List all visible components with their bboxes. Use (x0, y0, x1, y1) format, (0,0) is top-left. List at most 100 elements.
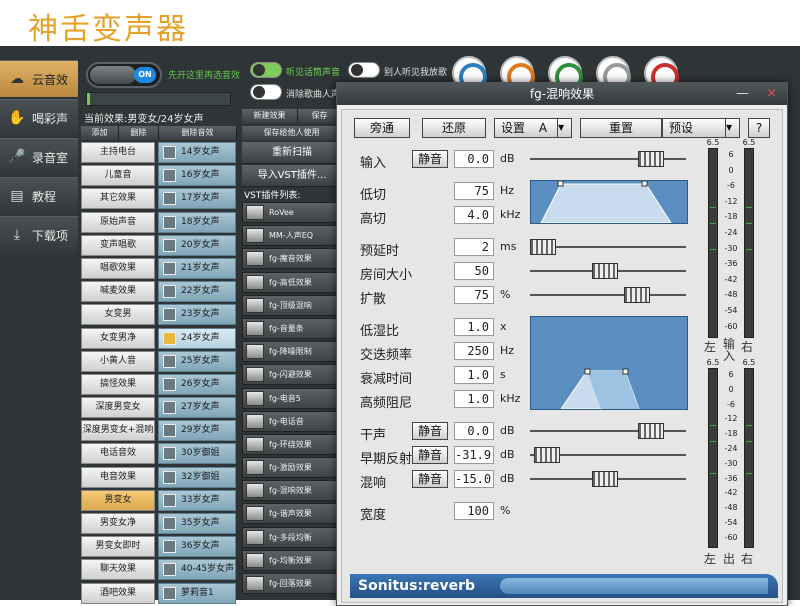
vst-plugin-item[interactable]: fg-谐声效果 (242, 503, 338, 525)
effect-list-item[interactable]: 搞怪效果 (81, 373, 155, 395)
vst-plugin-item[interactable]: fg-顶级混响 (242, 294, 338, 316)
dry-mute-button[interactable]: 静音 (412, 422, 448, 440)
reverb-value[interactable]: -15.0 (454, 470, 494, 488)
effect-list-item[interactable]: 男变女即时 (81, 536, 155, 558)
diffusion-slider-thumb[interactable] (624, 287, 650, 303)
early-value[interactable]: -31.9 (454, 446, 494, 464)
delete-button[interactable]: 删除 (119, 126, 159, 140)
roomsize-value[interactable]: 50 (454, 262, 494, 280)
new-effect-button[interactable]: 新建效果 (242, 109, 298, 123)
preset-list-item[interactable]: 24岁女声 (158, 327, 236, 349)
vst-plugin-item[interactable]: fg-回落效果 (242, 573, 338, 594)
save-share-button[interactable]: 保存给他人使用 (242, 126, 342, 140)
nav-item-studio[interactable]: 🎤 录音室 (0, 138, 78, 175)
effect-list-item[interactable]: 原始声音 (81, 211, 155, 233)
decay-value[interactable]: 1.0 (454, 366, 494, 384)
effect-list-item[interactable]: 小黄人音 (81, 350, 155, 372)
import-vst-button[interactable]: 导入VST插件... (242, 165, 342, 187)
reverb-slider[interactable] (530, 471, 686, 487)
vst-plugin-item[interactable]: MM-人声EQ (242, 225, 338, 247)
dry-value[interactable]: 0.0 (454, 422, 494, 440)
main-power-toggle[interactable]: ON (86, 62, 162, 88)
dry-slider-thumb[interactable] (638, 423, 664, 439)
reset-button[interactable]: 重置 (580, 118, 662, 138)
settings-dropdown[interactable]: 设置 A ▼ (494, 118, 572, 138)
hfdamp-value[interactable]: 1.0 (454, 390, 494, 408)
preset-list-item[interactable]: 26岁女声 (158, 373, 236, 395)
preset-list-item[interactable]: 16岁女声 (158, 165, 236, 187)
width-value[interactable]: 100 (454, 502, 494, 520)
reverb-mute-button[interactable]: 静音 (412, 470, 448, 488)
hear-mic-switch[interactable] (250, 62, 282, 78)
preset-list-item[interactable]: 萝莉音1 (158, 582, 236, 604)
nav-item-downloads[interactable]: ⤓ 下载项 (0, 216, 78, 253)
preset-list-item[interactable]: 30岁御姐 (158, 443, 236, 465)
vst-plugin-item[interactable]: fg-电话音 (242, 410, 338, 432)
predelay-slider-thumb[interactable] (530, 239, 556, 255)
decay-graph[interactable] (530, 316, 688, 410)
delete-effect-button[interactable]: 删除音效 (159, 126, 237, 140)
preset-list-item[interactable]: 14岁女声 (158, 142, 236, 163)
effect-list-item[interactable]: 儿童音 (81, 165, 155, 187)
others-hear-music-switch[interactable] (348, 62, 380, 78)
effect-list-item[interactable]: 唱歌效果 (81, 257, 155, 279)
preset-list-item[interactable]: 22岁女声 (158, 281, 236, 303)
nav-item-cloud-effects[interactable]: ☁ 云音效 (0, 60, 78, 97)
effect-list-item[interactable]: 深度男变女 (81, 397, 155, 419)
minimize-button[interactable]: — (736, 83, 749, 105)
vst-plugin-item[interactable]: fg-降噪限制 (242, 341, 338, 363)
nav-item-tutorial[interactable]: ▤ 教程 (0, 177, 78, 214)
effect-list-item[interactable]: 喊麦效果 (81, 281, 155, 303)
preset-list-item[interactable]: 40-45岁女声 (158, 559, 236, 581)
effect-list-item[interactable]: 男变女 (81, 489, 155, 511)
preset-list-item[interactable]: 25岁女声 (158, 350, 236, 372)
lowcut-value[interactable]: 75 (454, 182, 494, 200)
close-button[interactable]: × (766, 83, 777, 105)
vst-plugin-item[interactable]: fg-均衡效果 (242, 549, 338, 571)
preset-dropdown[interactable]: 预设 ▼ (662, 118, 740, 138)
preset-list-item[interactable]: 32岁御姐 (158, 466, 236, 488)
effect-list-item[interactable]: 聊天效果 (81, 559, 155, 581)
early-slider-thumb[interactable] (534, 447, 560, 463)
diffusion-slider[interactable] (530, 287, 686, 303)
preset-list-item[interactable]: 21岁女声 (158, 257, 236, 279)
preset-list-item[interactable]: 29岁女声 (158, 420, 236, 442)
preset-list-item[interactable]: 23岁女声 (158, 304, 236, 326)
predelay-slider[interactable] (530, 239, 686, 255)
preset-list-item[interactable]: 33岁女声 (158, 489, 236, 511)
vst-plugin-item[interactable]: fg-混响效果 (242, 480, 338, 502)
vst-plugin-item[interactable]: fg-激励效果 (242, 457, 338, 479)
effect-list-item[interactable]: 电话音效 (81, 443, 155, 465)
vst-plugin-item[interactable]: fg-音量条 (242, 317, 338, 339)
vst-plugin-item[interactable]: fg-魔音效果 (242, 248, 338, 270)
roomsize-slider[interactable] (530, 263, 686, 279)
dry-slider[interactable] (530, 423, 686, 439)
vst-plugin-item[interactable]: RoVee (242, 202, 338, 223)
input-mute-button[interactable]: 静音 (412, 150, 448, 168)
vst-plugin-item[interactable]: fg-环绕效果 (242, 433, 338, 455)
vst-plugin-item[interactable]: fg-多段均衡 (242, 526, 338, 548)
lowratio-value[interactable]: 1.0 (454, 318, 494, 336)
restore-button[interactable]: 还原 (422, 118, 486, 138)
effect-list-item[interactable]: 酒吧效果 (81, 582, 155, 604)
roomsize-slider-thumb[interactable] (592, 263, 618, 279)
eq-filter-graph[interactable] (530, 180, 688, 224)
effect-list-item[interactable]: 主持电台 (81, 142, 155, 163)
effect-list-item[interactable]: 变声唱歌 (81, 234, 155, 256)
effect-list-item[interactable]: 女变男 (81, 304, 155, 326)
input-slider-thumb[interactable] (638, 151, 664, 167)
early-slider[interactable] (530, 447, 686, 463)
remove-vocal-switch[interactable] (250, 84, 282, 100)
preset-list-item[interactable]: 20岁女声 (158, 234, 236, 256)
add-button[interactable]: 添加 (81, 126, 119, 140)
bypass-button[interactable]: 旁通 (354, 118, 410, 138)
crossover-value[interactable]: 250 (454, 342, 494, 360)
input-value[interactable]: 0.0 (454, 150, 494, 168)
highcut-value[interactable]: 4.0 (454, 206, 494, 224)
effect-list-item[interactable]: 其它效果 (81, 188, 155, 210)
effect-list-item[interactable]: 电音效果 (81, 466, 155, 488)
nav-item-applause[interactable]: ✋ 喝彩声 (0, 99, 78, 136)
reverb-slider-thumb[interactable] (592, 471, 618, 487)
rescan-button[interactable]: 重新扫描 (242, 142, 342, 164)
vst-plugin-item[interactable]: fg-高低效果 (242, 271, 338, 293)
